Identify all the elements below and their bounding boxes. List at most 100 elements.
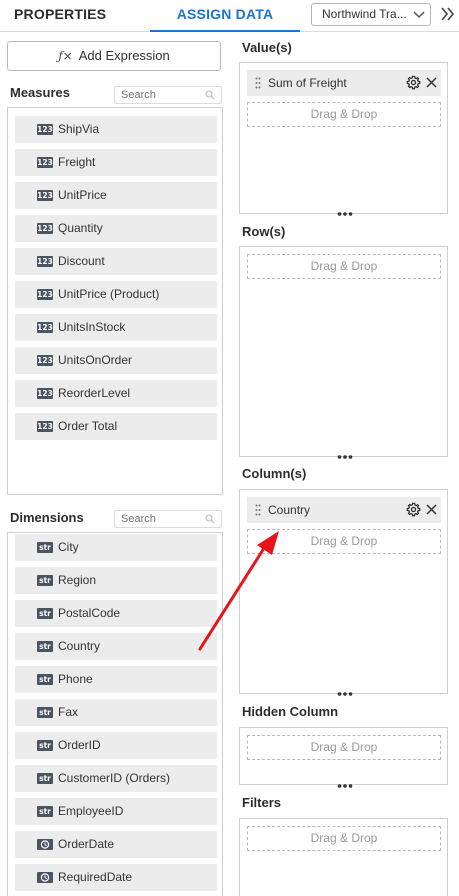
string-type-icon: str	[37, 773, 53, 784]
add-expression-button[interactable]: ƒ× Add Expression	[7, 41, 221, 71]
string-type-icon: str	[37, 806, 53, 817]
columns-chip-country[interactable]: Country	[247, 497, 441, 523]
measure-item[interactable]: 123 Quantity	[15, 215, 217, 242]
filters-zone-title: Filters	[242, 795, 282, 810]
close-icon[interactable]	[425, 76, 438, 89]
chip-label: Sum of Freight	[268, 76, 347, 90]
dimension-item[interactable]: str City	[15, 534, 217, 561]
columns-drop-target[interactable]: Drag & Drop	[247, 529, 441, 554]
measure-item[interactable]: 123 UnitPrice (Product)	[15, 281, 217, 308]
measure-item-label: Discount	[58, 254, 105, 268]
measure-item[interactable]: 123 UnitsOnOrder	[15, 347, 217, 374]
measure-item-label: UnitPrice (Product)	[58, 287, 160, 301]
double-chevron-right-icon[interactable]	[439, 5, 455, 23]
measure-item-label: ReorderLevel	[58, 386, 131, 400]
drag-handle-icon[interactable]	[255, 504, 261, 516]
dimension-item[interactable]: str Phone	[15, 666, 217, 693]
dimension-item[interactable]: RequiredDate	[15, 864, 217, 891]
string-type-icon: str	[37, 542, 53, 553]
clock-icon	[37, 872, 53, 883]
measure-item-label: UnitPrice	[58, 188, 107, 202]
measure-item-label: Order Total	[58, 419, 118, 433]
dimension-item-label: EmployeeID	[58, 804, 124, 818]
values-drop-zone[interactable]: Sum of Freight Drag & Drop	[239, 62, 448, 214]
values-chip-sum-of-freight[interactable]: Sum of Freight	[247, 70, 441, 96]
dimension-item-label: RequiredDate	[58, 870, 133, 884]
measure-item[interactable]: 123 ReorderLevel	[15, 380, 217, 407]
chip-label: Country	[268, 503, 311, 517]
filters-drop-target[interactable]: Drag & Drop	[247, 826, 441, 851]
dimension-item[interactable]: str EmployeeID	[15, 798, 217, 825]
measure-item[interactable]: 123 Order Total	[15, 413, 217, 440]
dimension-item[interactable]: str Fax	[15, 699, 217, 726]
hidden-column-zone-title: Hidden Column	[242, 704, 339, 719]
columns-zone-title: Column(s)	[242, 466, 307, 481]
measure-item-label: Freight	[58, 155, 96, 169]
rows-drop-zone[interactable]: Drag & Drop	[239, 246, 448, 457]
numeric-type-icon: 123	[37, 124, 53, 135]
numeric-type-icon: 123	[37, 256, 53, 267]
resize-handle-icon[interactable]	[337, 784, 353, 788]
rows-zone-title: Row(s)	[242, 224, 286, 239]
dimension-item[interactable]: str OrderID	[15, 732, 217, 759]
dimension-item-label: Country	[58, 639, 101, 653]
function-icon: ƒ×	[58, 49, 73, 63]
resize-handle-icon[interactable]	[337, 692, 353, 696]
dimension-item-label: Region	[58, 573, 97, 587]
measure-item[interactable]: 123 UnitsInStock	[15, 314, 217, 341]
measure-item[interactable]: 123 Freight	[15, 149, 217, 176]
dimension-item[interactable]: str Region	[15, 567, 217, 594]
string-type-icon: str	[37, 575, 53, 586]
string-type-icon: str	[37, 641, 53, 652]
hidden-column-drop-zone[interactable]: Drag & Drop	[239, 727, 448, 785]
close-icon[interactable]	[425, 503, 438, 516]
measure-item[interactable]: 123 ShipVia	[15, 116, 217, 143]
string-type-icon: str	[37, 608, 53, 619]
dimensions-list: str City str Region str PostalCode str Country s…	[7, 532, 223, 896]
string-type-icon: str	[37, 740, 53, 751]
drag-handle-icon[interactable]	[255, 77, 261, 89]
measure-item-label: Quantity	[58, 221, 103, 235]
datasource-select[interactable]: Northwind Tra...	[311, 3, 431, 26]
measure-item[interactable]: 123 UnitPrice	[15, 182, 217, 209]
measures-list: 123 ShipVia 123 Freight 123 UnitPrice 123 Quant…	[7, 107, 223, 495]
dimension-item[interactable]: str PostalCode	[15, 600, 217, 627]
measure-item-label: UnitsInStock	[58, 320, 126, 334]
hidden-column-drop-target[interactable]: Drag & Drop	[247, 735, 441, 760]
numeric-type-icon: 123	[37, 421, 53, 432]
rows-drop-target[interactable]: Drag & Drop	[247, 254, 441, 279]
values-drop-target[interactable]: Drag & Drop	[247, 102, 441, 127]
gear-icon[interactable]	[406, 75, 421, 90]
tab-properties[interactable]: PROPERTIES	[14, 0, 106, 32]
dimension-item-label: City	[58, 540, 79, 554]
dimension-item-label: CustomerID (Orders)	[58, 771, 171, 785]
dimension-item[interactable]: OrderDate	[15, 831, 217, 858]
dimensions-title: Dimensions	[10, 510, 84, 525]
string-type-icon: str	[37, 674, 53, 685]
dimension-item[interactable]: str CustomerID (Orders)	[15, 765, 217, 792]
dimension-item[interactable]: str Country	[15, 633, 217, 660]
resize-handle-icon[interactable]	[337, 212, 353, 216]
filters-drop-zone[interactable]: Drag & Drop	[239, 818, 448, 896]
columns-drop-zone[interactable]: Country Drag & Drop	[239, 489, 448, 694]
search-icon	[205, 90, 215, 100]
dimension-item-label: Phone	[58, 672, 93, 686]
gear-icon[interactable]	[406, 502, 421, 517]
dimension-item-label: Fax	[58, 705, 79, 719]
tab-assign-data[interactable]: ASSIGN DATA	[150, 0, 300, 32]
clock-icon	[37, 839, 53, 850]
dimension-item-label: OrderDate	[58, 837, 115, 851]
string-type-icon: str	[37, 707, 53, 718]
resize-handle-icon[interactable]	[337, 455, 353, 459]
numeric-type-icon: 123	[37, 157, 53, 168]
measures-title: Measures	[10, 85, 70, 100]
measure-item-label: UnitsOnOrder	[58, 353, 133, 367]
chevron-down-icon	[413, 11, 425, 19]
measure-item-label: ShipVia	[58, 122, 100, 136]
add-expression-label: Add Expression	[78, 48, 170, 63]
datasource-selected-value: Northwind Tra...	[322, 7, 407, 21]
measure-item[interactable]: 123 Discount	[15, 248, 217, 275]
dimension-item-label: OrderID	[58, 738, 101, 752]
numeric-type-icon: 123	[37, 190, 53, 201]
numeric-type-icon: 123	[37, 289, 53, 300]
